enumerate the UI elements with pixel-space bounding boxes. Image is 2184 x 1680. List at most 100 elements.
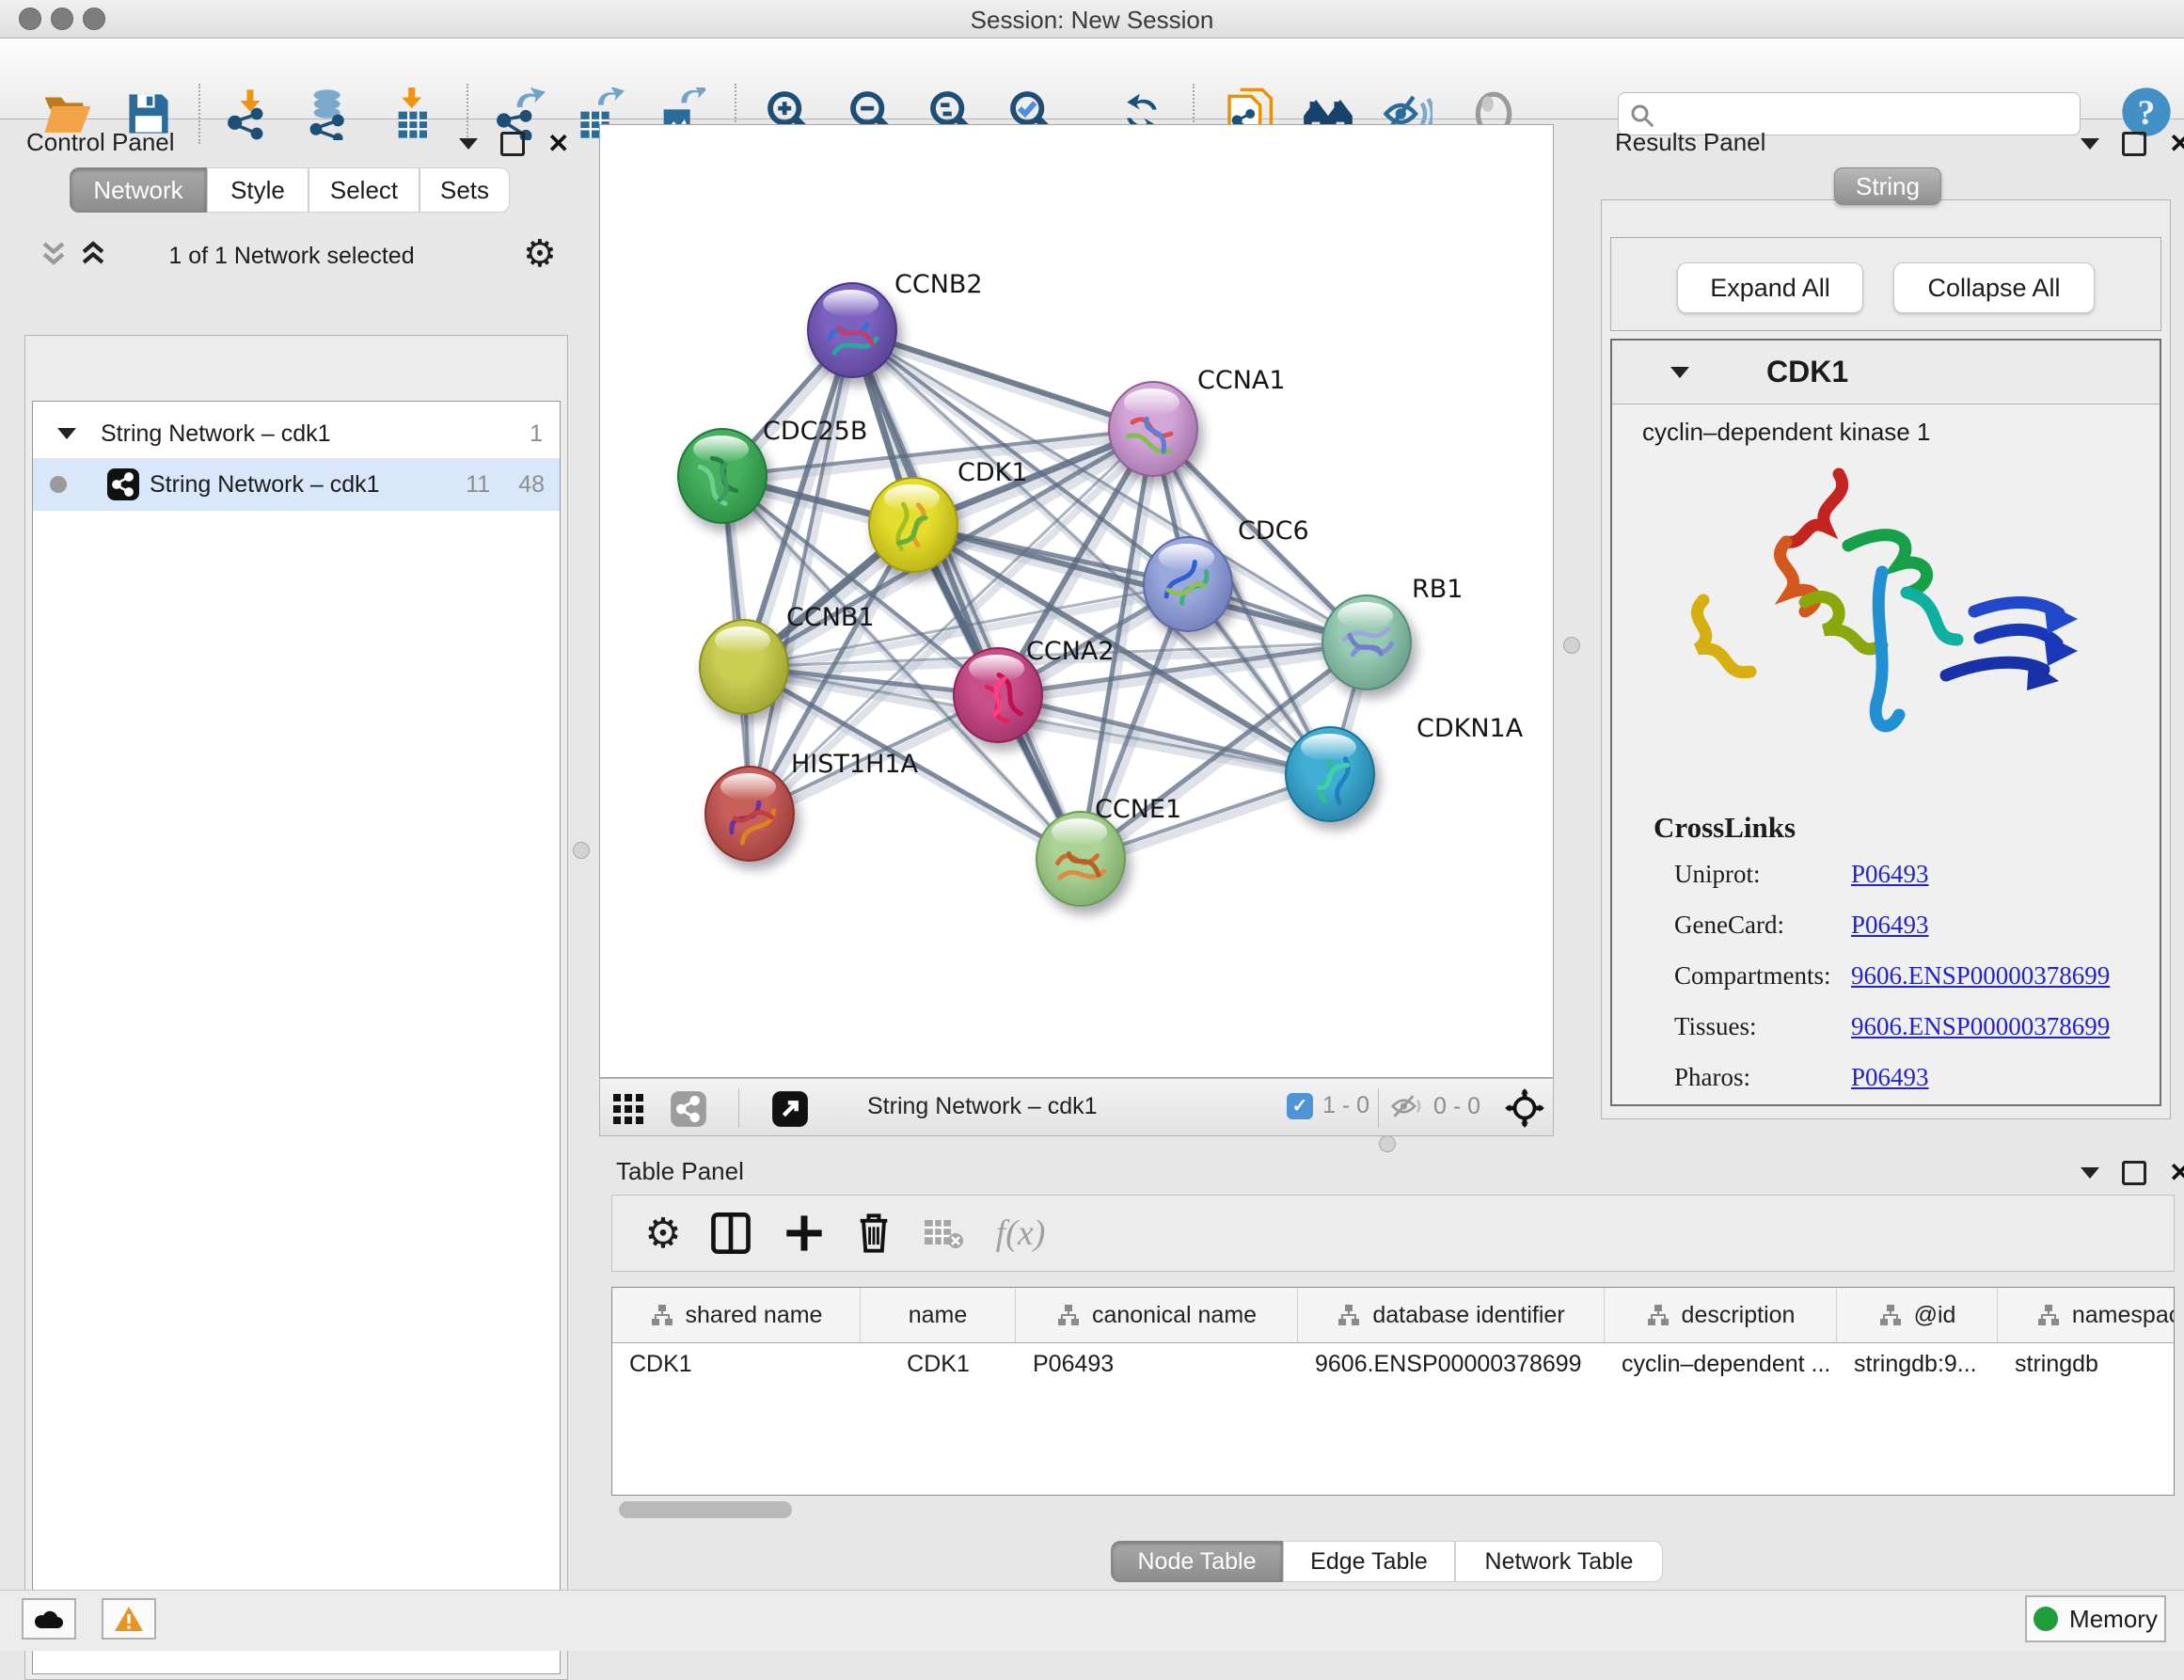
- column-header-shared-name[interactable]: shared name: [612, 1288, 861, 1342]
- network-row[interactable]: String Network – cdk1 11 48: [33, 458, 560, 511]
- column-header-namespace[interactable]: namespace: [1998, 1288, 2175, 1342]
- network-node-ccne1[interactable]: [1036, 811, 1126, 907]
- crosslink-label: Uniprot:: [1674, 860, 1851, 889]
- add-column-icon[interactable]: [780, 1209, 829, 1258]
- control-panel-float-icon[interactable]: [459, 138, 478, 150]
- cell-name[interactable]: CDK1: [861, 1342, 1016, 1386]
- cloud-icon: [33, 1608, 65, 1630]
- control-panel-maximize-icon[interactable]: [500, 132, 525, 156]
- crosslink-row: GeneCard:P06493: [1674, 911, 2144, 940]
- expand-all-button[interactable]: Expand All: [1677, 262, 1863, 313]
- control-panel-title: Control Panel: [26, 128, 175, 157]
- results-panel-title: Results Panel: [1615, 128, 1765, 157]
- left-splitter-handle[interactable]: [573, 842, 590, 859]
- tab-string[interactable]: String: [1834, 167, 1941, 205]
- show-columns-icon[interactable]: [706, 1209, 755, 1258]
- function-builder-icon: f(x): [987, 1209, 1054, 1258]
- tab-network[interactable]: Network: [70, 167, 207, 213]
- network-node-cdk1[interactable]: [868, 477, 958, 573]
- table-panel-close-icon[interactable]: ✕: [2169, 1164, 2184, 1182]
- control-panel-close-icon[interactable]: ✕: [547, 135, 569, 153]
- cell-shared-name[interactable]: CDK1: [612, 1342, 861, 1386]
- column-header-label: shared name: [686, 1302, 823, 1329]
- crosslink-value-link[interactable]: 9606.ENSP00000378699: [1851, 961, 2110, 991]
- column-header--id[interactable]: @id: [1837, 1288, 1998, 1342]
- expand-all-networks-icon[interactable]: [38, 237, 70, 274]
- tab-select[interactable]: Select: [309, 167, 419, 213]
- protein-description: cyclin–dependent kinase 1: [1642, 418, 1930, 447]
- results-panel-float-icon[interactable]: [2081, 138, 2099, 150]
- tab-network-table[interactable]: Network Table: [1455, 1541, 1663, 1582]
- table-horizontal-scrollbar[interactable]: [619, 1501, 792, 1518]
- right-splitter-handle[interactable]: [1563, 637, 1580, 654]
- crosslink-row: Compartments:9606.ENSP00000378699: [1674, 961, 2144, 991]
- tab-style[interactable]: Style: [207, 167, 309, 213]
- cell-namespace[interactable]: stringdb: [1998, 1342, 2175, 1386]
- crosslink-value-link[interactable]: 9606.ENSP00000378699: [1851, 1012, 2110, 1041]
- results-buttons-row: Expand All Collapse All: [1610, 237, 2161, 331]
- warnings-button[interactable]: [102, 1598, 156, 1640]
- column-header-name[interactable]: name: [861, 1288, 1016, 1342]
- selected-checkbox-icon[interactable]: ✓: [1287, 1093, 1313, 1119]
- crosslink-label: Compartments:: [1674, 961, 1851, 991]
- network-node-cdkn1a[interactable]: [1285, 726, 1375, 822]
- protein-section-header[interactable]: CDK1: [1612, 341, 2160, 404]
- cell-canonical-name[interactable]: P06493: [1016, 1342, 1298, 1386]
- network-options-gear-icon[interactable]: ⚙: [523, 235, 557, 273]
- cloud-button[interactable]: [22, 1598, 76, 1640]
- protein-structure-image: [1664, 459, 2078, 762]
- results-panel-close-icon[interactable]: ✕: [2169, 135, 2184, 153]
- network-share-view-icon[interactable]: [670, 1090, 707, 1133]
- cell-description[interactable]: cyclin–dependent ...: [1605, 1342, 1837, 1386]
- open-in-window-icon[interactable]: [771, 1090, 809, 1133]
- column-header-database-identifier[interactable]: database identifier: [1298, 1288, 1605, 1342]
- grid-view-icon[interactable]: [611, 1092, 645, 1131]
- tab-node-table[interactable]: Node Table: [1111, 1541, 1283, 1582]
- table-settings-gear-icon[interactable]: ⚙: [639, 1209, 688, 1258]
- title-bar: Session: New Session: [0, 0, 2184, 39]
- namespace-tree-icon: [1056, 1303, 1081, 1327]
- network-current-dot: [50, 476, 67, 493]
- network-view-title: String Network – cdk1: [867, 1093, 1098, 1120]
- table-panel-float-icon[interactable]: [2081, 1167, 2099, 1179]
- network-collection-row[interactable]: String Network – cdk1 1: [33, 409, 560, 458]
- network-node-ccnb1[interactable]: [699, 619, 789, 715]
- memory-button[interactable]: Memory: [2025, 1595, 2166, 1642]
- network-canvas[interactable]: CCNB2CCNA1CDC25BCDK1CDC6RB1CCNB1CCNA2CDK…: [599, 124, 1554, 1078]
- collection-count: 1: [530, 420, 543, 448]
- crosslink-row: Pharos:P06493: [1674, 1063, 2144, 1092]
- string-network-icon: [106, 468, 140, 501]
- cell-database-identifier[interactable]: 9606.ENSP00000378699: [1298, 1342, 1605, 1386]
- column-header-label: namespace: [2072, 1302, 2175, 1329]
- network-node-rb1[interactable]: [1321, 594, 1412, 690]
- tab-sets[interactable]: Sets: [419, 167, 510, 213]
- collapse-all-button[interactable]: Collapse All: [1893, 262, 2095, 313]
- crosslink-value-link[interactable]: P06493: [1851, 860, 1929, 889]
- network-node-ccnb2[interactable]: [807, 282, 897, 378]
- control-panel: Control Panel ✕ NetworkStyleSelectSets 1…: [9, 122, 564, 1561]
- cell--id[interactable]: stringdb:9...: [1837, 1342, 1998, 1386]
- table-panel-maximize-icon[interactable]: [2122, 1161, 2146, 1185]
- protein-collapse-icon[interactable]: [1670, 367, 1689, 378]
- column-header-description[interactable]: description: [1605, 1288, 1837, 1342]
- table-row[interactable]: CDK1CDK1P064939606.ENSP00000378699cyclin…: [612, 1342, 2175, 1386]
- collapse-all-networks-icon[interactable]: [77, 237, 109, 274]
- crosslink-value-link[interactable]: P06493: [1851, 1063, 1929, 1092]
- toolbar-separator: [1378, 1088, 1379, 1128]
- crosslink-value-link[interactable]: P06493: [1851, 911, 1929, 940]
- network-node-hist1h1a[interactable]: [704, 766, 795, 862]
- edge-CCNB2-CCNA1[interactable]: [852, 330, 1153, 429]
- collection-collapse-icon[interactable]: [57, 428, 76, 439]
- fit-crosshair-icon[interactable]: [1505, 1088, 1544, 1133]
- network-node-ccna1[interactable]: [1108, 381, 1198, 477]
- network-view-toolbar: String Network – cdk1 ✓ 1 - 0 0 - 0: [599, 1078, 1554, 1136]
- column-header-canonical-name[interactable]: canonical name: [1016, 1288, 1298, 1342]
- network-node-cdc25b[interactable]: [677, 428, 768, 524]
- results-panel-maximize-icon[interactable]: [2122, 132, 2146, 156]
- tab-edge-table[interactable]: Edge Table: [1283, 1541, 1455, 1582]
- crosslink-label: GeneCard:: [1674, 911, 1851, 940]
- crosslinks-title: CrossLinks: [1654, 811, 1796, 845]
- network-node-cdc6[interactable]: [1143, 536, 1233, 632]
- namespace-tree-icon: [2036, 1303, 2061, 1327]
- delete-column-icon[interactable]: [849, 1209, 898, 1258]
